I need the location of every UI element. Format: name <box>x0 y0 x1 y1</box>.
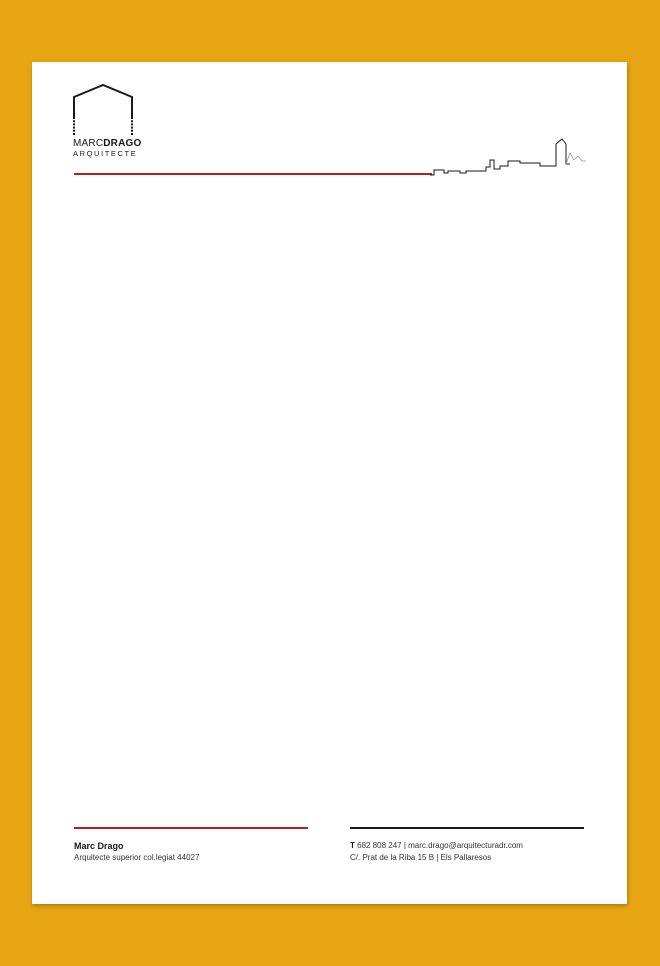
letterhead-sheet: MARCDRAGO ARQUITECTE Marc Drago Arquitec… <box>32 62 627 904</box>
logo-name: MARCDRAGO <box>73 138 141 149</box>
footer-address: C/. Prat de la Riba 15 B | Els Pallareso… <box>350 853 492 862</box>
footer-red-rule <box>74 827 308 829</box>
logo: MARCDRAGO ARQUITECTE <box>73 84 141 160</box>
logo-subtitle: ARQUITECTE <box>73 149 138 158</box>
footer-contact: T 682 808 247 | marc.drago@arquitecturad… <box>350 841 523 850</box>
page-background: { "colors": { "background": "#e7a514", "… <box>0 0 660 966</box>
logo-name-last: DRAGO <box>103 138 142 149</box>
footer-name: Marc Drago <box>74 841 124 851</box>
phone-and-email: 682 808 247 | marc.drago@arquitecturadr.… <box>354 841 523 850</box>
house-outline-icon <box>73 84 134 135</box>
city-skyline-icon <box>430 138 586 176</box>
logo-name-first: MARC <box>73 138 104 149</box>
footer-black-rule <box>350 827 584 829</box>
header-red-rule <box>74 173 432 175</box>
footer-title: Arquitecte superior col.legiat 44027 <box>74 853 200 862</box>
